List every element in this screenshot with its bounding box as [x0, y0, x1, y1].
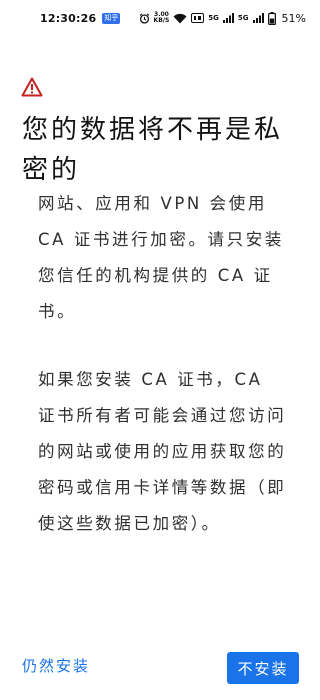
- status-bar: 12:30:26 知乎 3.00 KB/S 5G 5G 51%: [0, 0, 320, 36]
- status-indicators: 3.00 KB/S 5G 5G 51%: [139, 11, 306, 25]
- hd-icon: [191, 13, 205, 23]
- dialog-paragraph-encryption-info: 网站、应用和 VPN 会使用 CA 证书进行加密。请只安装您信任的机构提供的 C…: [38, 194, 284, 321]
- status-time: 12:30:26: [40, 11, 97, 25]
- install-anyway-button[interactable]: 仍然安装: [22, 655, 90, 676]
- app-notification-badge: 知乎: [102, 12, 121, 24]
- network-speed: 3.00 KB/S: [154, 12, 170, 24]
- battery-percentage: 51%: [281, 11, 306, 25]
- sim2-network-type: 5G: [237, 14, 249, 22]
- network-speed-unit: KB/S: [153, 17, 170, 24]
- dont-install-button[interactable]: 不安装: [227, 652, 299, 684]
- alarm-clock-icon: [139, 12, 150, 24]
- dialog-title: 您的数据将不再是私密的: [22, 115, 284, 185]
- signal-strength-icon: [252, 13, 264, 23]
- battery-icon: [267, 11, 276, 25]
- wifi-icon: [173, 13, 187, 24]
- dialog-paragraph-risk-warning: 如果您安装 CA 证书，CA 证书所有者可能会通过您访问的网站或使用的应用获取您…: [38, 370, 287, 533]
- sim1-network-type: 5G: [208, 14, 219, 22]
- signal-strength-icon: [222, 13, 234, 23]
- warning-icon: [21, 77, 43, 97]
